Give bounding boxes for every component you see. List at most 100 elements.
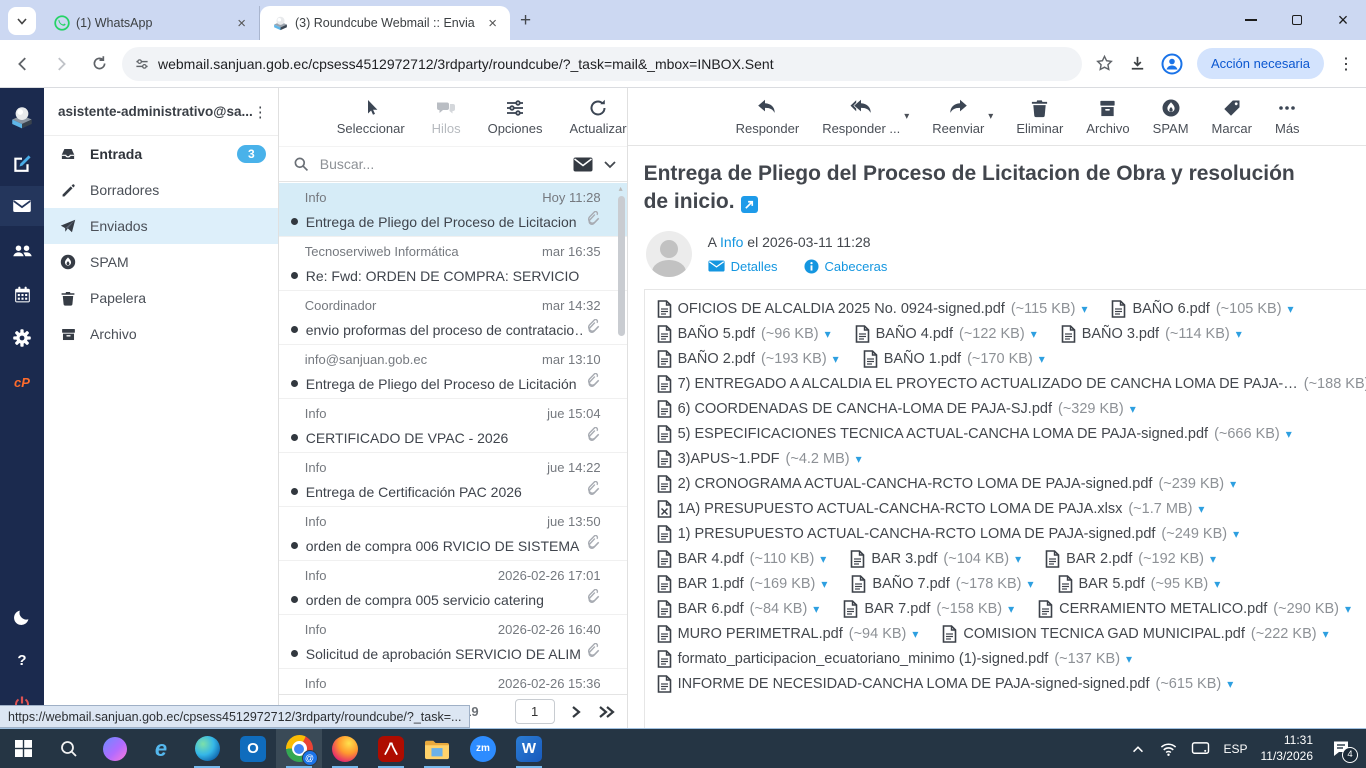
attachment-item[interactable]: 6) COORDENADAS DE CANCHA-LOMA DE PAJA-SJ… bbox=[657, 399, 1136, 418]
attachment-name[interactable]: BAÑO 3.pdf bbox=[1082, 326, 1159, 342]
account-header[interactable]: asistente-administrativo@sa... ⋮ bbox=[44, 88, 278, 136]
settings-nav-button[interactable] bbox=[0, 318, 44, 358]
search-scope-mail-icon[interactable] bbox=[573, 157, 593, 172]
attachment-name[interactable]: BAR 5.pdf bbox=[1079, 576, 1145, 592]
tab-close-icon[interactable]: × bbox=[234, 15, 249, 32]
calendar-nav-button[interactable] bbox=[0, 274, 44, 314]
taskbar-chrome-button[interactable]: @ bbox=[276, 729, 322, 768]
list-item[interactable]: Info Hoy 11:28 Entrega de Pliego del Pro… bbox=[278, 183, 627, 237]
attachment-name[interactable]: BAÑO 2.pdf bbox=[678, 351, 755, 367]
attachment-name[interactable]: 1) PRESUPUESTO ACTUAL-CANCHA-RCTO LOMA D… bbox=[678, 526, 1156, 542]
options-button[interactable]: Opciones bbox=[488, 98, 543, 136]
from-name-link[interactable]: Info bbox=[720, 234, 743, 250]
taskbar-clock[interactable]: 11:31 11/3/2026 bbox=[1261, 733, 1314, 764]
attachment-menu-icon[interactable]: ▾ bbox=[1130, 402, 1136, 416]
attachment-menu-icon[interactable]: ▾ bbox=[821, 577, 827, 591]
forward-button[interactable] bbox=[46, 49, 76, 79]
attachment-item[interactable]: BAR 1.pdf (~169 KB) ▾ bbox=[657, 574, 827, 593]
attachment-name[interactable]: BAÑO 6.pdf bbox=[1132, 301, 1209, 317]
next-page-icon[interactable] bbox=[569, 705, 583, 719]
tray-display-icon[interactable] bbox=[1191, 741, 1210, 757]
tray-expand-chevron-icon[interactable] bbox=[1130, 741, 1146, 757]
attachment-name[interactable]: BAÑO 7.pdf bbox=[872, 576, 949, 592]
attachment-menu-icon[interactable]: ▾ bbox=[856, 452, 862, 466]
attachment-menu-icon[interactable]: ▾ bbox=[1323, 627, 1329, 641]
taskbar-word-button[interactable]: W bbox=[506, 729, 552, 768]
attachment-item[interactable]: BAR 3.pdf (~104 KB) ▾ bbox=[850, 549, 1021, 568]
attachment-name[interactable]: 3)APUS~1.PDF bbox=[678, 451, 780, 467]
attachment-item[interactable]: BAR 7.pdf (~158 KB) ▾ bbox=[843, 599, 1014, 618]
attachment-item[interactable]: INFORME DE NECESIDAD-CANCHA LOMA DE PAJA… bbox=[657, 674, 1233, 693]
download-icon[interactable] bbox=[1128, 54, 1147, 73]
attachment-item[interactable]: COMISION TECNICA GAD MUNICIPAL.pdf (~222… bbox=[942, 624, 1329, 643]
list-item[interactable]: Info 2026-02-26 17:01 orden de compra 00… bbox=[278, 561, 627, 615]
attachment-menu-icon[interactable]: ▾ bbox=[1233, 527, 1239, 541]
attachment-menu-icon[interactable]: ▾ bbox=[1031, 327, 1037, 341]
attachment-menu-icon[interactable]: ▾ bbox=[1288, 302, 1294, 316]
headers-link[interactable]: Cabeceras bbox=[804, 259, 887, 274]
forward-menu-icon[interactable]: ▾ bbox=[988, 111, 993, 136]
minimize-button[interactable] bbox=[1228, 0, 1274, 40]
taskbar-edge-button[interactable] bbox=[184, 729, 230, 768]
sidebar-item-enviados[interactable]: Enviados bbox=[44, 208, 278, 244]
refresh-list-button[interactable]: Actualizar bbox=[570, 98, 627, 136]
attachment-name[interactable]: BAR 4.pdf bbox=[678, 551, 744, 567]
attachment-item[interactable]: BAR 5.pdf (~95 KB) ▾ bbox=[1058, 574, 1220, 593]
taskbar-outlook-button[interactable]: O bbox=[230, 729, 276, 768]
attachment-menu-icon[interactable]: ▾ bbox=[912, 627, 918, 641]
attachment-menu-icon[interactable]: ▾ bbox=[1236, 327, 1242, 341]
tab-roundcube[interactable]: (3) Roundcube Webmail :: Envia × bbox=[260, 6, 510, 40]
details-link[interactable]: Detalles bbox=[708, 259, 778, 274]
action-center-button[interactable]: 4 bbox=[1326, 734, 1358, 764]
search-options-chevron-icon[interactable] bbox=[603, 157, 617, 171]
attachment-menu-icon[interactable]: ▾ bbox=[1230, 477, 1236, 491]
back-button[interactable] bbox=[8, 49, 38, 79]
attachment-name[interactable]: CERRAMIENTO METALICO.pdf bbox=[1059, 601, 1267, 617]
attachment-menu-icon[interactable]: ▾ bbox=[1198, 502, 1204, 516]
attachment-name[interactable]: BAÑO 1.pdf bbox=[884, 351, 961, 367]
site-info-icon[interactable] bbox=[134, 56, 150, 72]
wifi-icon[interactable] bbox=[1159, 739, 1178, 758]
list-item[interactable]: Info jue 15:04 CERTIFICADO DE VPAC - 202… bbox=[278, 399, 627, 453]
attachment-item[interactable]: OFICIOS DE ALCALDIA 2025 No. 0924-signed… bbox=[657, 299, 1087, 318]
attachment-menu-icon[interactable]: ▾ bbox=[820, 552, 826, 566]
list-item[interactable]: Info 2026-02-26 16:40 Solicitud de aprob… bbox=[278, 615, 627, 669]
help-button[interactable]: ? bbox=[0, 640, 44, 680]
reply-button[interactable]: Responder bbox=[736, 98, 799, 136]
contacts-nav-button[interactable] bbox=[0, 230, 44, 270]
attachment-name[interactable]: 2) CRONOGRAMA ACTUAL-CANCHA-RCTO LOMA DE… bbox=[678, 476, 1153, 492]
tab-close-icon[interactable]: × bbox=[485, 15, 500, 32]
attachment-item[interactable]: 3)APUS~1.PDF (~4.2 MB) ▾ bbox=[657, 449, 862, 468]
last-page-icon[interactable] bbox=[597, 705, 617, 719]
sidebar-item-borradores[interactable]: Borradores bbox=[44, 172, 278, 208]
attachment-name[interactable]: BAÑO 5.pdf bbox=[678, 326, 755, 342]
reply-all-button[interactable]: Responder ... bbox=[822, 98, 900, 136]
attachment-item[interactable]: formato_participacion_ecuatoriano_minimo… bbox=[657, 649, 1132, 668]
attachment-menu-icon[interactable]: ▾ bbox=[825, 327, 831, 341]
reply-all-menu-icon[interactable]: ▾ bbox=[904, 111, 909, 136]
attachment-menu-icon[interactable]: ▾ bbox=[1039, 352, 1045, 366]
attachment-item[interactable]: BAÑO 7.pdf (~178 KB) ▾ bbox=[851, 574, 1034, 593]
attachment-name[interactable]: MURO PERIMETRAL.pdf bbox=[678, 626, 843, 642]
attachment-item[interactable]: BAÑO 2.pdf (~193 KB) ▾ bbox=[657, 349, 839, 368]
language-indicator[interactable]: ESP bbox=[1223, 742, 1247, 756]
forward-button[interactable]: Reenviar bbox=[932, 98, 984, 136]
scroll-up-icon[interactable]: ▴ bbox=[616, 184, 626, 193]
attachment-menu-icon[interactable]: ▾ bbox=[1008, 602, 1014, 616]
taskbar-zoom-button[interactable]: zm bbox=[460, 729, 506, 768]
taskbar-acrobat-button[interactable] bbox=[368, 729, 414, 768]
list-item[interactable]: Tecnoserviweb Informática mar 16:35 Re: … bbox=[278, 237, 627, 291]
attachment-name[interactable]: BAR 7.pdf bbox=[864, 601, 930, 617]
list-scroll-thumb[interactable] bbox=[617, 196, 625, 336]
attachment-menu-icon[interactable]: ▾ bbox=[1227, 677, 1233, 691]
sidebar-item-archivo[interactable]: Archivo bbox=[44, 316, 278, 352]
attachment-menu-icon[interactable]: ▾ bbox=[813, 602, 819, 616]
taskbar-firefox-button[interactable] bbox=[322, 729, 368, 768]
attachment-name[interactable]: OFICIOS DE ALCALDIA 2025 No. 0924-signed… bbox=[678, 301, 1005, 317]
attachment-item[interactable]: BAÑO 4.pdf (~122 KB) ▾ bbox=[855, 324, 1037, 343]
close-button[interactable]: × bbox=[1320, 0, 1366, 40]
archive-button[interactable]: Archivo bbox=[1086, 98, 1130, 136]
attachment-item[interactable]: 1) PRESUPUESTO ACTUAL-CANCHA-RCTO LOMA D… bbox=[657, 524, 1239, 543]
attachment-item[interactable]: CERRAMIENTO METALICO.pdf (~290 KB) ▾ bbox=[1038, 599, 1351, 618]
page-input[interactable] bbox=[514, 699, 555, 724]
